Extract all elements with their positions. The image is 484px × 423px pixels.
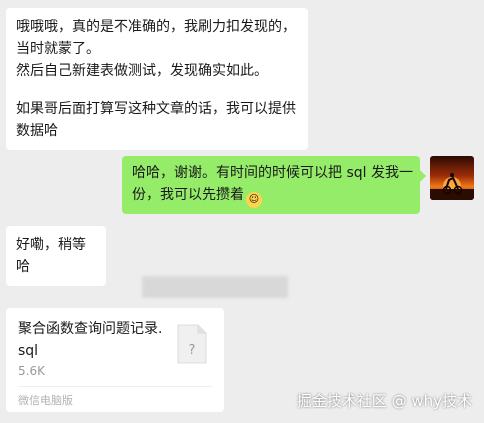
avatar-image — [430, 173, 474, 200]
unknown-file-icon: ? — [177, 324, 207, 364]
message-line: 当时就蒙了。 — [16, 41, 100, 57]
smirk-emoji-icon: ☺ — [246, 192, 262, 208]
message-line: 如果哥后面打算写这种文章的话，我可以提供 — [16, 101, 296, 117]
divider — [18, 386, 212, 387]
sent-message: 哈哈，谢谢。有时间的时候可以把 sql 发我一 份，我可以先攒着 ☺ — [122, 156, 426, 214]
message-line: 数据哈 — [16, 123, 58, 139]
watermark: 掘金技术社区 @ why技术 — [296, 392, 472, 410]
file-message-card[interactable]: 聚合函数查询问题记录.sql 5.6K ? 微信电脑版 — [6, 308, 224, 412]
message-line: 哈哈，谢谢。有时间的时候可以把 sql 发我一 — [132, 165, 413, 181]
message-line: 份，我可以先攒着 ☺ — [132, 184, 410, 208]
redacted-content — [142, 276, 288, 298]
file-size: 5.6K — [18, 364, 45, 378]
message-line: 哦哦哦，真的是不准确的，我刷力扣发现的， — [16, 19, 296, 35]
file-name: 聚合函数查询问题记录.sql — [18, 321, 163, 359]
svg-text:?: ? — [189, 343, 196, 358]
file-source-label: 微信电脑版 — [18, 394, 73, 407]
received-message-1: 哦哦哦，真的是不准确的，我刷力扣发现的， 当时就蒙了。 然后自己新建表做测试，发… — [6, 8, 308, 150]
received-message-2: 好嘞，稍等哈 — [6, 226, 106, 286]
avatar[interactable] — [430, 156, 474, 200]
message-line: 然后自己新建表做测试，发现确实如此。 — [16, 63, 268, 79]
